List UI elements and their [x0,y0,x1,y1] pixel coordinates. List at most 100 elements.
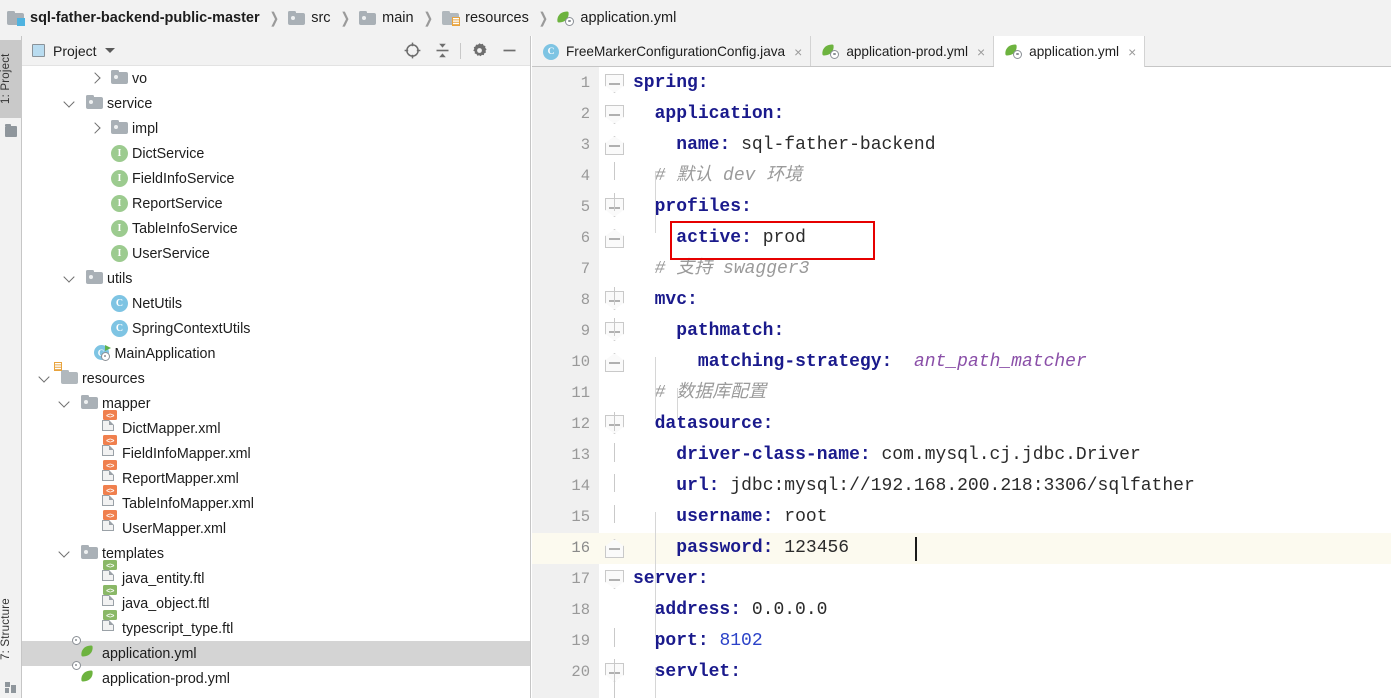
code-line[interactable]: 19 port: 8102 [532,626,1391,657]
tree-item-label: resources [82,370,145,387]
tree-item-label: java_object.ftl [122,595,210,612]
editor-tab-freemarkerconfigurationconfig-java[interactable]: C FreeMarkerConfigurationConfig.java × [532,36,812,67]
code-text: mvc: [633,285,1391,316]
code-line[interactable]: 5 profiles: [532,192,1391,223]
line-number: 4 [580,167,590,185]
code-line[interactable]: 4 # 默认 dev 环境 [532,161,1391,192]
tree-item[interactable]: impl [22,116,530,141]
code-text: spring: [633,68,1391,99]
tree-item[interactable]: utils [22,266,530,291]
tree-item[interactable]: I TableInfoService [22,216,530,241]
breadcrumb-item-src[interactable]: src [288,10,331,26]
code-line[interactable]: 14 url: jdbc:mysql://192.168.200.218:3306… [532,471,1391,502]
tree-item-label: service [107,95,153,112]
tree-item[interactable]: I ReportService [22,191,530,216]
breadcrumb-item-resources[interactable]: resources [442,10,529,26]
close-icon[interactable]: × [794,45,802,59]
java-class-icon: C [543,43,559,60]
interface-icon: I [111,245,128,262]
breadcrumb-item-sql-father-backend-public-master[interactable]: sql-father-backend-public-master [7,10,260,26]
indent-guide [677,388,678,419]
code-line[interactable]: 15 username: root [532,502,1391,533]
tree-item[interactable]: <> TableInfoMapper.xml [22,485,530,516]
code-line[interactable]: 6 active: prod [532,223,1391,254]
chevron-down-icon[interactable] [104,48,115,53]
tree-item[interactable]: I UserService [22,241,530,266]
chevron-down-icon[interactable] [39,373,51,385]
tree-item-selected[interactable]: application.yml [22,636,530,666]
tree-item[interactable]: mapper [22,391,530,416]
chevron-right-icon[interactable] [89,73,101,85]
code-line[interactable]: 12 datasource: [532,409,1391,440]
editor-tab-application-yml[interactable]: application.yml × [994,36,1146,67]
tree-item[interactable]: C MainApplication [22,341,530,366]
fold-region-end-icon[interactable] [605,353,624,372]
code-token: # 默认 dev 环境 [654,166,803,186]
locate-icon[interactable] [397,38,427,64]
code-line[interactable]: 3 name: sql-father-backend [532,130,1391,161]
code-line[interactable]: 20 servlet: [532,657,1391,688]
tree-item[interactable]: <> UserMapper.xml [22,510,530,541]
code-line[interactable]: 10 matching-strategy: ant_path_matcher [532,347,1391,378]
chevron-down-icon[interactable] [64,273,76,285]
fold-connector [614,443,615,462]
fold-region-start-icon[interactable] [605,570,624,589]
line-number: 7 [580,260,590,278]
code-token: jdbc:mysql://192.168.200.218:3306/sqlfat… [719,476,1195,496]
chevron-right-icon[interactable] [89,123,101,135]
tree-item[interactable]: C SpringContextUtils [22,316,530,341]
code-line[interactable]: 7 # 支持 swagger3 [532,254,1391,285]
tree-item[interactable]: templates [22,541,530,566]
code-line[interactable]: 13 driver-class-name: com.mysql.cj.jdbc.D… [532,440,1391,471]
code-line[interactable]: 9 pathmatch: [532,316,1391,347]
code-line[interactable]: 1 spring: [532,68,1391,99]
code-line-current[interactable]: 16 password: 123456 [532,533,1391,564]
breadcrumb-item-application-yml[interactable]: application.yml [556,10,676,26]
tree-item[interactable]: <> java_entity.ftl [22,560,530,591]
fold-region-start-icon[interactable] [605,74,624,93]
fold-region-start-icon[interactable] [605,105,624,124]
tree-item[interactable]: I DictService [22,141,530,166]
breadcrumb-item-label: main [382,10,414,26]
tree-item[interactable]: <> java_object.ftl [22,585,530,616]
editor-tab-application-prod-yml[interactable]: application-prod.yml × [811,36,995,67]
project-tool-window: Project vo service impl I DictService I FieldI… [22,36,531,698]
code-editor[interactable]: 1 spring: 2 application: 3 name: sql-father-b… [532,67,1391,698]
code-line[interactable]: 17 server: [532,564,1391,595]
indent-guide [655,171,656,233]
tree-item-label: FieldInfoService [132,170,235,187]
tree-item[interactable]: C NetUtils [22,291,530,316]
gear-icon[interactable] [464,38,494,64]
tree-item[interactable]: <> ReportMapper.xml [22,460,530,491]
tree-item[interactable]: vo [22,66,530,91]
fold-region-end-icon[interactable] [605,539,624,558]
close-icon[interactable]: × [1128,45,1136,59]
code-token: driver-class-name: [676,445,871,465]
sidebar-item-project-tab[interactable]: 1: Project [0,40,22,118]
chevron-down-icon[interactable] [59,398,71,410]
collapse-all-icon[interactable] [427,38,457,64]
code-line[interactable]: 2 application: [532,99,1391,130]
chevron-down-icon[interactable] [59,548,71,560]
chevron-down-icon[interactable] [64,98,76,110]
tree-item[interactable]: application-prod.yml [22,661,530,691]
tree-item[interactable]: I FieldInfoService [22,166,530,191]
tree-item[interactable]: <> typescript_type.ftl [22,610,530,641]
code-line[interactable]: 11 # 数据库配置 [532,378,1391,409]
tree-item[interactable]: resources [22,362,530,391]
fold-region-end-icon[interactable] [605,136,624,155]
code-line[interactable]: 18 address: 0.0.0.0 [532,595,1391,626]
breadcrumb-item-main[interactable]: main [359,10,414,26]
tree-item[interactable]: <> DictMapper.xml [22,410,530,441]
sidebar-item-structure-tab[interactable]: 7: Structure [0,582,22,676]
code-text: datasource: [633,409,1391,440]
project-tree[interactable]: vo service impl I DictService I FieldInfoServi… [22,66,530,697]
tree-item-icon: I [111,220,128,237]
fold-connector [614,474,615,492]
tree-item[interactable]: service [22,91,530,116]
minimize-icon[interactable] [494,38,524,64]
code-line[interactable]: 8 mvc: [532,285,1391,316]
tree-item[interactable]: <> FieldInfoMapper.xml [22,435,530,466]
close-icon[interactable]: × [977,45,985,59]
fold-region-end-icon[interactable] [605,229,624,248]
